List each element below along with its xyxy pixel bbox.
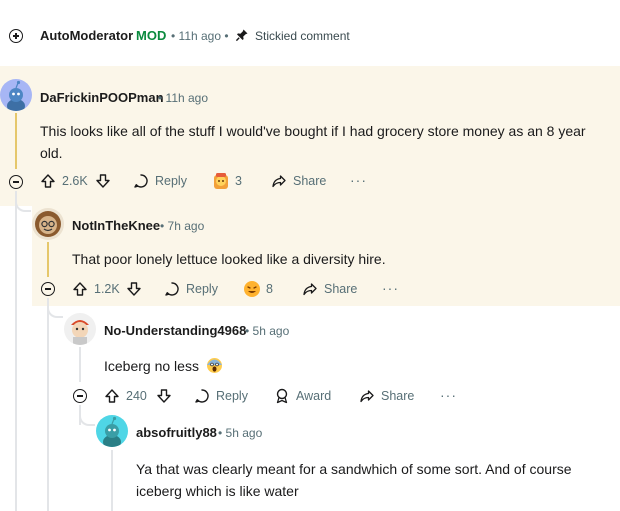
upvote-icon xyxy=(41,174,55,188)
avatar[interactable] xyxy=(64,313,96,345)
mod-badge: MOD xyxy=(136,28,167,43)
collapse-thread-icon[interactable] xyxy=(41,282,55,296)
award-button[interactable]: Award xyxy=(274,388,331,404)
avatar[interactable] xyxy=(0,79,32,111)
thread-line xyxy=(15,113,17,169)
upvote-button[interactable]: 1.2K xyxy=(72,281,120,297)
comment-username[interactable]: absofruitly88 xyxy=(136,425,217,440)
reply-icon xyxy=(195,389,209,403)
award-button[interactable]: 3 xyxy=(211,171,242,191)
thread-line xyxy=(47,242,49,277)
avatar[interactable] xyxy=(32,208,64,240)
reply-icon xyxy=(134,174,148,188)
comment-time: • 5h ago xyxy=(245,324,290,338)
thread-line xyxy=(111,450,113,511)
automod-time: • 11h ago • xyxy=(171,29,229,43)
share-button[interactable]: Share xyxy=(302,281,357,297)
comment-time: • 5h ago xyxy=(218,426,263,440)
upvote-button[interactable]: 240 xyxy=(104,388,147,404)
stickied-label: Stickied comment xyxy=(255,29,350,43)
share-icon xyxy=(303,283,317,296)
comment-body: Ya that was clearly meant for a sandwhic… xyxy=(136,461,572,499)
comment-body: This looks like all of the stuff I would… xyxy=(40,123,586,161)
vote-count: 2.6K xyxy=(62,174,88,188)
automod-username[interactable]: AutoModerator xyxy=(40,28,133,43)
comment-username[interactable]: No-Understanding4968 xyxy=(104,323,246,338)
comment-time: • 11h ago xyxy=(158,91,209,105)
comment-username[interactable]: NotInTheKnee xyxy=(72,218,160,233)
vote-count: 240 xyxy=(126,389,147,403)
comment-body: That poor lonely lettuce looked like a d… xyxy=(72,251,386,267)
thread-line xyxy=(79,347,81,382)
share-icon xyxy=(360,390,374,403)
reply-button[interactable]: Reply xyxy=(133,173,187,189)
thread-elbow xyxy=(79,410,95,426)
downvote-icon xyxy=(127,282,141,296)
reply-button[interactable]: Reply xyxy=(194,388,248,404)
thread-line xyxy=(15,210,17,511)
thread-elbow xyxy=(15,196,31,212)
upvote-button[interactable]: 2.6K xyxy=(40,173,88,189)
downvote-button[interactable] xyxy=(156,388,172,404)
more-options-icon[interactable]: ··· xyxy=(382,280,399,296)
collapse-thread-icon[interactable] xyxy=(9,175,23,189)
comment-username[interactable]: DaFrickinPOOPman xyxy=(40,90,164,105)
scream-emoji-icon xyxy=(206,358,222,373)
upvote-icon xyxy=(73,282,87,296)
thread-line xyxy=(47,315,49,511)
upvote-icon xyxy=(105,389,119,403)
vote-count: 1.2K xyxy=(94,282,120,296)
comment-body: Iceberg no less xyxy=(104,355,604,377)
more-options-icon[interactable]: ··· xyxy=(350,172,367,188)
reply-icon xyxy=(165,282,179,296)
share-icon xyxy=(272,175,286,188)
award-icon xyxy=(276,388,288,404)
laughing-emoji-icon xyxy=(244,281,260,297)
downvote-icon xyxy=(96,174,110,188)
avatar[interactable] xyxy=(96,415,128,447)
downvote-button[interactable] xyxy=(126,281,142,297)
reply-button[interactable]: Reply xyxy=(164,281,218,297)
award-button[interactable]: 8 xyxy=(242,279,273,299)
downvote-icon xyxy=(157,389,171,403)
comment-time: • 7h ago xyxy=(160,219,205,233)
thread-elbow xyxy=(47,302,63,318)
expand-comment-icon[interactable] xyxy=(9,29,23,43)
share-button[interactable]: Share xyxy=(271,173,326,189)
more-options-icon[interactable]: ··· xyxy=(440,387,457,403)
downvote-button[interactable] xyxy=(95,173,111,189)
award-emoji-icon xyxy=(214,173,228,189)
pin-icon xyxy=(235,28,249,47)
share-button[interactable]: Share xyxy=(359,388,414,404)
collapse-thread-icon[interactable] xyxy=(73,389,87,403)
